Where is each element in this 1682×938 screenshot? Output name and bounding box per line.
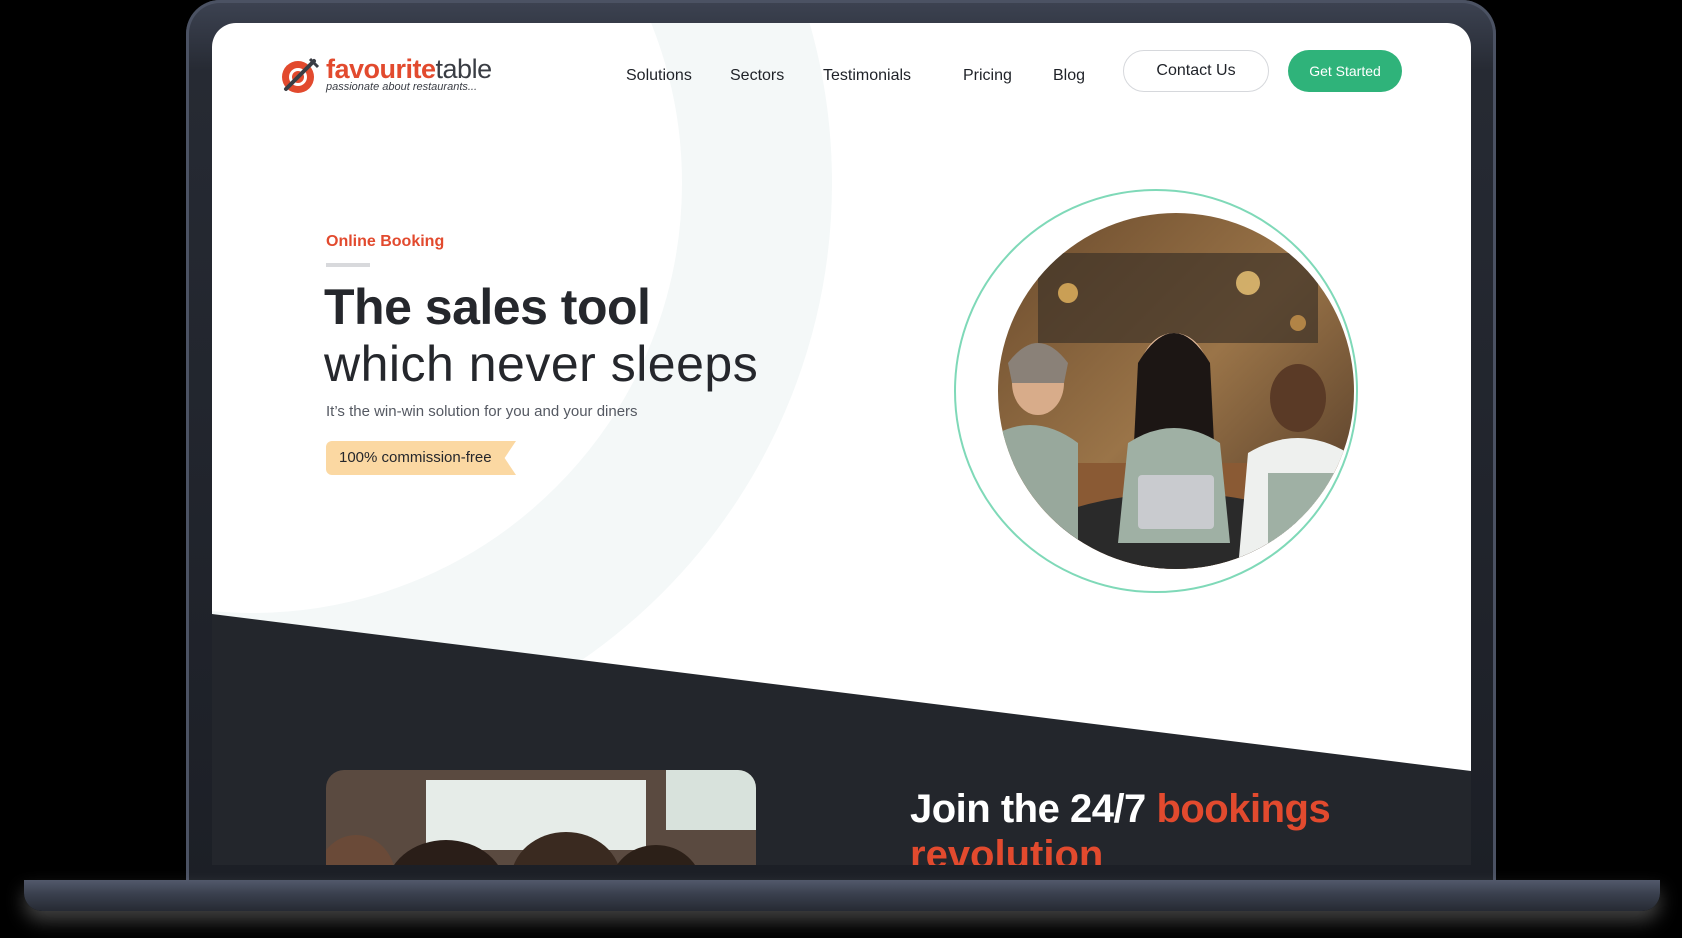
hero-photo	[998, 213, 1354, 569]
get-started-button[interactable]: Get Started	[1288, 50, 1402, 92]
brand-logo[interactable]: favouritetable passionate about restaura…	[280, 53, 510, 97]
hero-eyebrow: Online Booking	[326, 233, 445, 250]
diners-photo	[326, 770, 756, 865]
nav-item-pricing[interactable]: Pricing	[963, 61, 1012, 91]
nav-item-blog[interactable]: Blog	[1053, 61, 1085, 91]
nav-item-testimonials[interactable]: Testimonials	[823, 61, 911, 91]
nav-item-sectors[interactable]: Sectors	[730, 61, 784, 91]
section-heading-line2: revolution	[910, 833, 1104, 865]
section-heading-accent: bookings	[1156, 787, 1331, 831]
brand-name-secondary: table	[435, 54, 493, 84]
hero-lede: It’s the win-win solution for you and yo…	[326, 403, 638, 420]
hero-headline-light: which never sleeps	[324, 336, 759, 392]
section-heading: Join the 24/7 bookings	[910, 785, 1331, 833]
brand-name-primary: favourite	[326, 54, 436, 84]
browser-viewport: favouritetable passionate about restaura…	[212, 23, 1471, 865]
restaurant-staff-photo	[998, 213, 1354, 569]
laptop-base	[24, 880, 1660, 911]
section-photo	[326, 770, 756, 865]
hero-headline-bold: The sales tool	[324, 279, 651, 335]
eyebrow-divider	[326, 263, 370, 267]
plate-fork-logo-icon	[282, 57, 320, 93]
nav-item-solutions[interactable]: Solutions	[626, 61, 692, 91]
contact-us-button[interactable]: Contact Us	[1123, 50, 1269, 92]
section-heading-white: Join the 24/7	[910, 787, 1146, 831]
commission-free-badge: 100% commission-free	[326, 441, 516, 475]
brand-tagline: passionate about restaurants...	[326, 81, 478, 93]
